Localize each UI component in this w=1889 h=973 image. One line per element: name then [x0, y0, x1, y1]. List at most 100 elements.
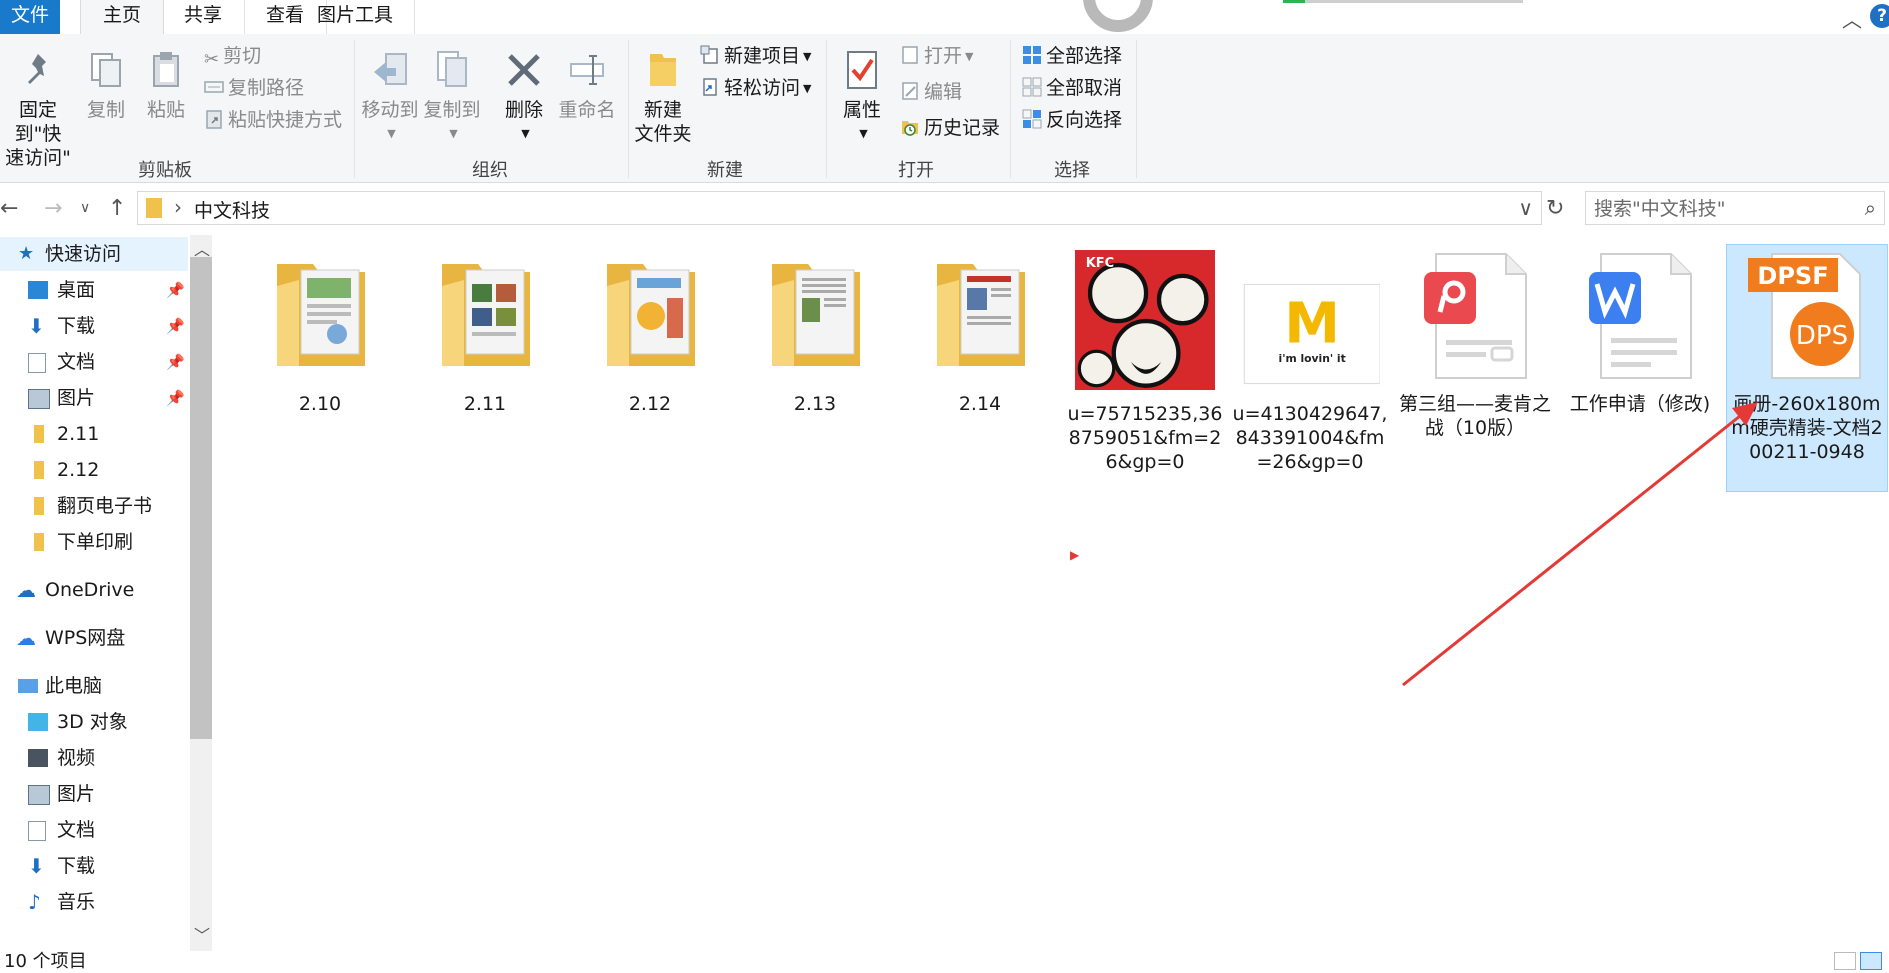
sidebar-item-quick-access[interactable]: ★ 快速访问	[0, 237, 188, 271]
sidebar-item-desktop[interactable]: 桌面 📌	[0, 273, 188, 307]
group-divider	[1136, 40, 1137, 178]
navigation-bar: ← → ∨ ↑ › 中文科技 ∨ ↻ ⌕	[0, 188, 1889, 232]
scroll-up-icon[interactable]: ︿	[194, 236, 210, 260]
pin-icon[interactable]: 📌	[166, 345, 185, 379]
tab-picture-tools[interactable]: 图片工具	[296, 0, 415, 34]
scroll-down-icon[interactable]: ﹀	[194, 922, 210, 946]
sidebar-item-flipbook[interactable]: 翻页电子书	[0, 489, 188, 523]
address-dropdown-icon[interactable]: ∨	[1518, 196, 1533, 220]
select-none-button[interactable]: 全部取消	[1022, 76, 1122, 100]
sidebar-item-wps-cloud[interactable]: ☁ WPS网盘	[0, 621, 188, 655]
delete-label: 删除	[504, 99, 543, 121]
file-name: 2.12	[628, 393, 672, 415]
tab-home[interactable]: 主页	[80, 0, 164, 35]
wps-pdf-file-icon	[1424, 253, 1527, 379]
new-folder-label-2: 文件夹	[634, 123, 692, 145]
tab-share[interactable]: 共享	[162, 0, 245, 34]
select-none-label: 全部取消	[1046, 77, 1123, 99]
cut-button[interactable]: ✂ 剪切	[204, 44, 262, 70]
loading-ring-graphic	[1083, 0, 1153, 32]
sidebar-item-documents[interactable]: 文档 📌	[0, 345, 188, 379]
sidebar-item-videos[interactable]: 视频	[0, 741, 188, 775]
copy-button[interactable]: 复制	[82, 50, 130, 122]
address-bar[interactable]: › 中文科技 ∨	[137, 191, 1542, 225]
file-item[interactable]: 2.11	[405, 250, 565, 416]
recent-locations-chevron-icon[interactable]: ∨	[80, 200, 90, 216]
up-arrow-icon[interactable]: ↑	[108, 196, 126, 221]
file-name: 2.14	[958, 393, 1002, 415]
cut-label: 剪切	[223, 45, 262, 67]
sidebar-item-print-orders[interactable]: 下单印刷	[0, 525, 188, 559]
file-item[interactable]: 2.12	[570, 250, 730, 416]
delete-x-icon	[508, 54, 540, 86]
sidebar-item-pictures[interactable]: 图片 📌	[0, 381, 188, 415]
new-item-button[interactable]: 新建项目 ▼	[700, 44, 811, 69]
easy-access-label: 轻松访问	[724, 77, 801, 99]
move-to-button[interactable]: 移动到 ▼	[360, 50, 420, 146]
copy-to-label: 复制到	[423, 99, 481, 121]
sidebar-item-downloads[interactable]: ⬇ 下载 📌	[0, 309, 188, 343]
sidebar-item-label: 翻页电子书	[57, 495, 153, 517]
search-box[interactable]: ⌕	[1585, 191, 1885, 225]
paste-button[interactable]: 粘贴	[142, 50, 190, 122]
paste-shortcut-button[interactable]: 粘贴快捷方式	[204, 108, 342, 132]
sidebar-item-music[interactable]: ♪ 音乐	[0, 885, 188, 919]
sidebar-scroll-thumb[interactable]	[190, 257, 212, 739]
edit-button[interactable]: 编辑	[900, 80, 962, 104]
sidebar-item-3d-objects[interactable]: 3D 对象	[0, 705, 188, 739]
refresh-icon[interactable]: ↻	[1546, 196, 1564, 221]
new-item-icon	[700, 45, 718, 64]
pin-icon[interactable]: 📌	[166, 273, 185, 307]
sidebar-item-folder-2-11[interactable]: 2.11	[0, 417, 188, 451]
file-item[interactable]: M i'm lovin' it u=4130429647,843391004&f…	[1230, 250, 1390, 474]
breadcrumb-current[interactable]: 中文科技	[194, 196, 270, 223]
copy-path-button[interactable]: 复制路径	[204, 76, 304, 100]
invert-selection-button[interactable]: 反向选择	[1022, 108, 1122, 132]
large-icons-view-icon[interactable]	[1860, 952, 1882, 970]
delete-button[interactable]: 删除 ▼	[496, 50, 552, 146]
sidebar-item-this-pc[interactable]: 此电脑	[0, 669, 188, 703]
pin-label-1: 固定到"快	[14, 99, 62, 145]
file-item[interactable]: 2.13	[735, 250, 895, 416]
properties-dropdown-icon: ▼	[859, 127, 868, 140]
history-button[interactable]: 历史记录	[900, 116, 1000, 140]
search-input[interactable]	[1592, 195, 1846, 223]
copy-to-button[interactable]: 复制到 ▼	[422, 50, 482, 146]
pin-icon[interactable]: 📌	[166, 309, 185, 343]
open-button[interactable]: 打开 ▼	[900, 44, 973, 69]
sidebar-item-documents-pc[interactable]: 文档	[0, 813, 188, 847]
file-item[interactable]: 2.14	[900, 250, 1060, 416]
chevron-right-icon[interactable]: ›	[174, 195, 182, 219]
file-name: u=75715235,368759051&fm=26&gp=0	[1067, 403, 1223, 473]
sidebar-item-downloads-pc[interactable]: ⬇ 下载	[0, 849, 188, 883]
details-view-icon[interactable]	[1834, 952, 1856, 970]
file-name: 2.11	[463, 393, 507, 415]
wps-word-file-icon	[1589, 253, 1692, 379]
properties-label: 属性	[842, 99, 881, 121]
paste-icon	[153, 52, 179, 87]
invert-selection-icon	[1022, 109, 1042, 129]
sidebar-item-folder-2-12[interactable]: 2.12	[0, 453, 188, 487]
search-icon[interactable]: ⌕	[1865, 196, 1876, 220]
tab-file[interactable]: 文件	[0, 0, 60, 34]
properties-button[interactable]: 属性 ▼	[834, 50, 890, 146]
new-folder-button[interactable]: 新建 文件夹	[632, 50, 694, 146]
file-item[interactable]: 2.10	[240, 250, 400, 416]
cloud-outline-icon: ☁	[16, 626, 36, 650]
back-arrow-icon[interactable]: ←	[0, 196, 18, 221]
group-divider	[826, 40, 827, 178]
copy-to-dropdown-icon: ▼	[449, 127, 458, 140]
select-all-button[interactable]: 全部选择	[1022, 44, 1122, 68]
help-icon[interactable]: ?	[1870, 4, 1889, 28]
rename-button[interactable]: 重命名	[556, 50, 618, 122]
file-item[interactable]: KFC u=75715235,368759051&fm=26&gp=0	[1065, 250, 1226, 474]
forward-arrow-icon[interactable]: →	[44, 196, 62, 221]
sidebar-item-onedrive[interactable]: ☁ OneDrive	[0, 573, 188, 607]
pin-icon[interactable]: 📌	[166, 381, 185, 415]
document-icon	[28, 821, 46, 841]
easy-access-button[interactable]: 轻松访问 ▼	[700, 76, 811, 101]
new-group-label: 新建	[707, 160, 743, 181]
pin-to-quick-access-button[interactable]: 固定到"快 速访问"	[0, 50, 76, 170]
sidebar-item-pictures-pc[interactable]: 图片	[0, 777, 188, 811]
collapse-ribbon-icon[interactable]: ︿	[1842, 4, 1862, 33]
